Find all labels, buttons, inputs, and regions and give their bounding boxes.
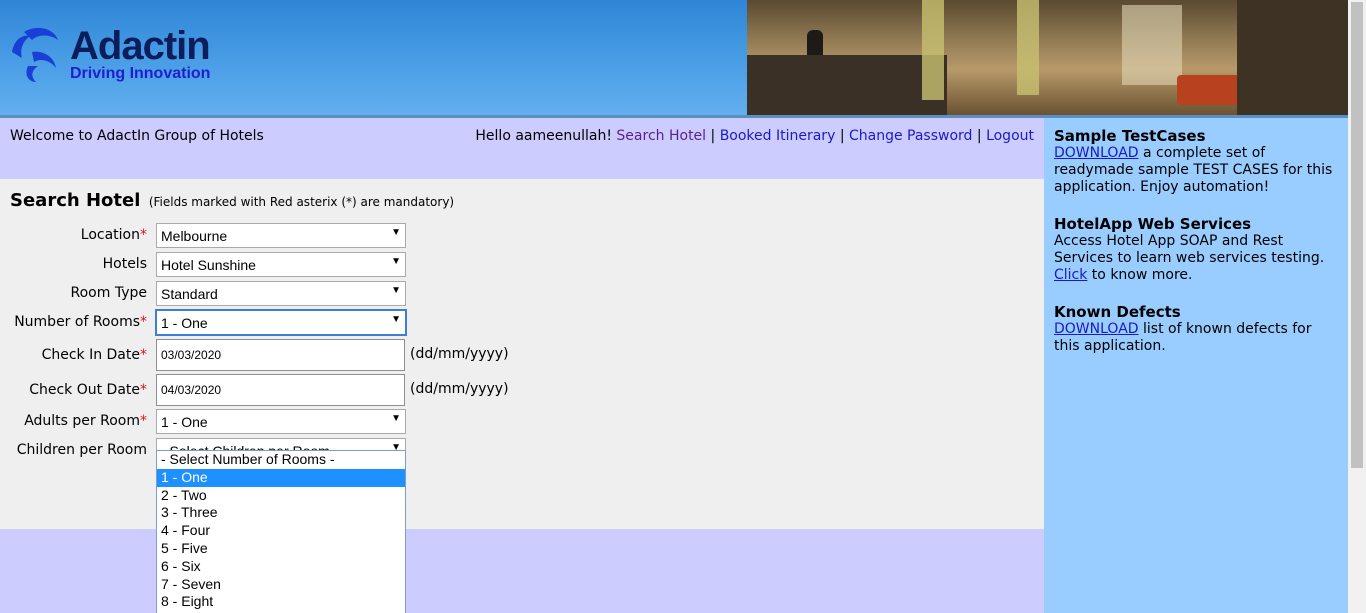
nav-separator: |: [976, 128, 982, 144]
dropdown-arrow-icon: ▼: [391, 256, 401, 267]
dropdown-option[interactable]: 4 - Four: [157, 522, 405, 540]
adults-select[interactable]: 1 - One ▼: [156, 409, 406, 434]
welcome-text: Welcome to AdactIn Group of Hotels: [10, 128, 264, 144]
adactin-logo: Adactin Driving Innovation: [10, 24, 240, 86]
dropdown-option[interactable]: - Select Number of Rooms -: [157, 451, 405, 469]
top-nav: Hello aameenullah! Search Hotel | Booked…: [475, 128, 1034, 144]
adults-row: Adults per Room* 1 - One ▼: [0, 409, 600, 435]
dropdown-option[interactable]: 7 - Seven: [157, 576, 405, 594]
nav-separator: |: [839, 128, 845, 144]
dropdown-option-selected[interactable]: 1 - One: [157, 468, 405, 487]
brand-tagline: Driving Innovation: [70, 65, 211, 82]
adults-label: Adults per Room*: [24, 413, 147, 429]
webservices-text: Access Hotel App SOAP and Rest Services …: [1054, 233, 1325, 266]
webservices-title: HotelApp Web Services: [1054, 215, 1252, 233]
location-row: Location* Melbourne ▼: [0, 223, 600, 249]
nav-separator: |: [710, 128, 716, 144]
logo-swirl-icon: [12, 27, 58, 82]
num-rooms-select[interactable]: 1 - One ▼: [155, 309, 407, 336]
testcases-download-link[interactable]: DOWNLOAD: [1054, 145, 1139, 161]
children-label: Children per Room: [16, 442, 147, 458]
num-rooms-label: Number of Rooms*: [14, 314, 147, 330]
location-select[interactable]: Melbourne ▼: [156, 223, 406, 248]
nav-change-password[interactable]: Change Password: [849, 128, 972, 144]
testcases-title: Sample TestCases: [1054, 127, 1206, 145]
user-greeting: Hello aameenullah!: [475, 128, 612, 144]
page-title: Search Hotel: [10, 190, 141, 211]
dropdown-option[interactable]: 2 - Two: [157, 487, 405, 505]
brand-name: Adactin: [70, 24, 211, 68]
room-type-select[interactable]: Standard ▼: [156, 281, 406, 306]
room-type-row: Room Type Standard ▼: [0, 281, 600, 307]
hotels-select[interactable]: Hotel Sunshine ▼: [156, 252, 406, 277]
dropdown-option[interactable]: 8 - Eight: [157, 593, 405, 611]
dropdown-option[interactable]: 3 - Three: [157, 504, 405, 522]
webservices-section: HotelApp Web Services Access Hotel App S…: [1054, 216, 1339, 284]
dropdown-option[interactable]: 6 - Six: [157, 558, 405, 576]
num-rooms-dropdown-list[interactable]: - Select Number of Rooms - 1 - One 2 - T…: [156, 450, 406, 613]
nav-search-hotel[interactable]: Search Hotel: [616, 128, 706, 144]
hotels-row: Hotels Hotel Sunshine ▼: [0, 252, 600, 278]
location-label: Location*: [80, 227, 147, 243]
dropdown-arrow-icon: ▼: [391, 413, 401, 424]
check-out-input[interactable]: 04/03/2020: [156, 374, 405, 406]
dropdown-arrow-icon: ▼: [391, 227, 401, 238]
date-format-hint: (dd/mm/yyyy): [410, 346, 509, 362]
check-in-label: Check In Date*: [41, 347, 147, 363]
num-rooms-row: Number of Rooms* 1 - One ▼: [0, 309, 600, 336]
dropdown-arrow-icon: ▼: [391, 285, 401, 296]
check-out-label: Check Out Date*: [29, 382, 147, 398]
nav-booked-itinerary[interactable]: Booked Itinerary: [720, 128, 836, 144]
check-out-row: Check Out Date* 04/03/2020 (dd/mm/yyyy): [0, 374, 600, 406]
nav-logout[interactable]: Logout: [986, 128, 1034, 144]
header-banner: Adactin Driving Innovation: [0, 0, 1348, 118]
scrollbar-thumb[interactable]: [1351, 2, 1363, 468]
testcases-section: Sample TestCases DOWNLOAD a complete set…: [1054, 128, 1339, 196]
room-type-label: Room Type: [70, 285, 147, 301]
hotel-lobby-image: [747, 0, 1348, 115]
defects-download-link[interactable]: DOWNLOAD: [1054, 321, 1139, 337]
check-in-row: Check In Date* 03/03/2020 (dd/mm/yyyy): [0, 339, 600, 371]
form-heading: Search Hotel (Fields marked with Red ast…: [10, 190, 454, 211]
info-sidebar: Sample TestCases DOWNLOAD a complete set…: [1044, 118, 1348, 613]
dropdown-arrow-icon: ▼: [391, 314, 401, 325]
webservices-click-link[interactable]: Click: [1054, 267, 1087, 283]
hotels-label: Hotels: [102, 256, 147, 272]
defects-section: Known Defects DOWNLOAD list of known def…: [1054, 304, 1339, 355]
check-in-input[interactable]: 03/03/2020: [156, 339, 405, 371]
dropdown-option[interactable]: 5 - Five: [157, 540, 405, 558]
defects-title: Known Defects: [1054, 303, 1181, 321]
webservices-text-end: to know more.: [1087, 267, 1193, 283]
mandatory-note: (Fields marked with Red asterix (*) are …: [148, 195, 455, 209]
page-scrollbar[interactable]: [1348, 0, 1366, 613]
welcome-bar: Welcome to AdactIn Group of Hotels Hello…: [0, 118, 1044, 179]
date-format-hint: (dd/mm/yyyy): [410, 381, 509, 397]
